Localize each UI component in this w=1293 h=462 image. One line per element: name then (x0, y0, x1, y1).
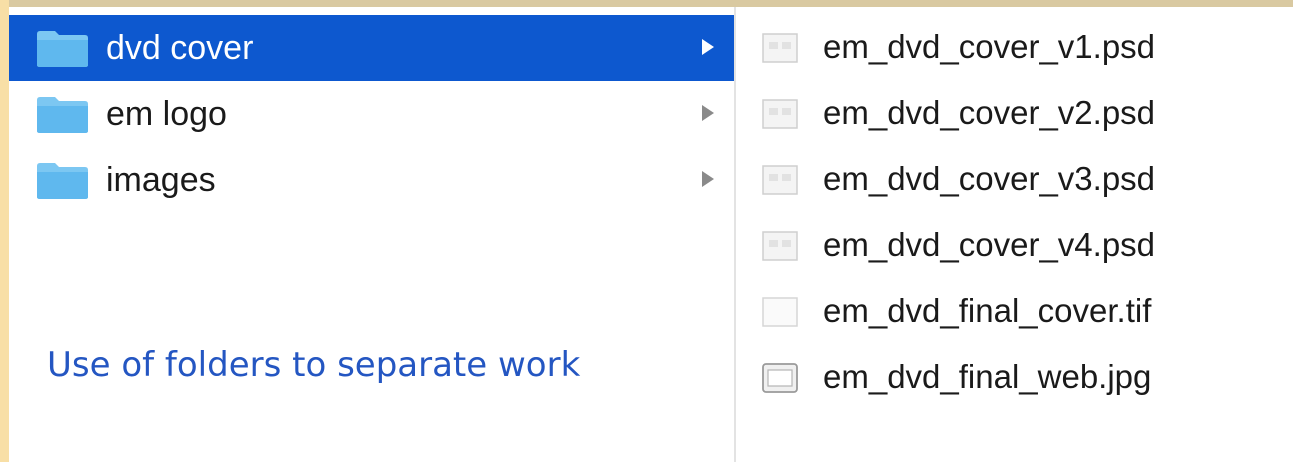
file-label: em_dvd_cover_v2.psd (823, 94, 1156, 131)
caption-text: Use of folders to separate work (47, 345, 581, 385)
psd-file-icon (762, 165, 798, 195)
folder-icon (37, 163, 88, 199)
window-top-edge (0, 0, 1293, 7)
folder-icon (37, 97, 88, 133)
folder-row-em-logo[interactable]: em logo (9, 81, 734, 147)
psd-file-icon (762, 33, 798, 63)
folder-label: dvd cover (106, 28, 254, 67)
file-row[interactable]: em_dvd_cover_v2.psd (736, 82, 1293, 148)
file-row[interactable]: em_dvd_cover_v3.psd (736, 148, 1293, 214)
file-row[interactable]: em_dvd_cover_v4.psd (736, 214, 1293, 280)
chevron-right-icon (702, 105, 714, 121)
file-label: em_dvd_cover_v3.psd (823, 160, 1156, 197)
folder-label: em logo (106, 94, 227, 133)
psd-file-icon (762, 231, 798, 261)
window-left-edge (0, 0, 9, 462)
file-row[interactable]: em_dvd_final_web.jpg (736, 346, 1293, 412)
file-label: em_dvd_cover_v1.psd (823, 28, 1156, 65)
file-row[interactable]: em_dvd_final_cover.tif (736, 280, 1293, 346)
finder-column-view: dvd cover em logo images Use of folders … (0, 0, 1293, 462)
tif-file-icon (762, 297, 798, 327)
file-label: em_dvd_final_web.jpg (823, 358, 1152, 395)
file-column: em_dvd_cover_v1.psd em_dvd_cover_v2.psd … (736, 7, 1293, 462)
folder-row-images[interactable]: images (9, 147, 734, 213)
folder-row-dvd-cover[interactable]: dvd cover (9, 15, 734, 81)
folder-column: dvd cover em logo images Use of folders … (9, 7, 734, 462)
psd-file-icon (762, 99, 798, 129)
folder-icon (37, 31, 88, 67)
file-row[interactable]: em_dvd_cover_v1.psd (736, 16, 1293, 82)
chevron-right-icon (702, 39, 714, 55)
jpg-file-icon (762, 363, 798, 393)
folder-label: images (106, 160, 216, 199)
file-label: em_dvd_final_cover.tif (823, 292, 1152, 329)
file-label: em_dvd_cover_v4.psd (823, 226, 1156, 263)
chevron-right-icon (702, 171, 714, 187)
